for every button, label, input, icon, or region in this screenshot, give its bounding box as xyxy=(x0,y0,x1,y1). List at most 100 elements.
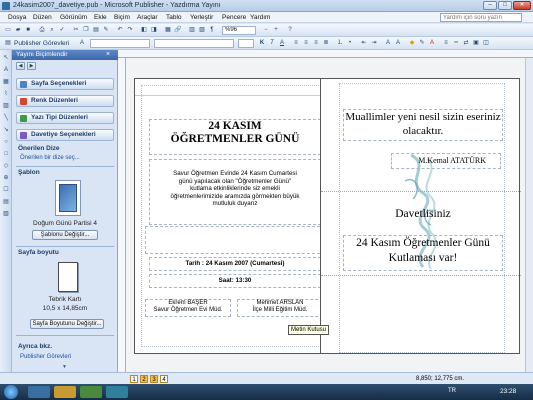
page-4-button[interactable]: 4 xyxy=(160,375,168,383)
zoom-in-icon[interactable]: + xyxy=(272,26,280,34)
design-gallery-icon[interactable]: ▤ xyxy=(2,198,10,206)
decrease-indent-icon[interactable]: ⇤ xyxy=(360,39,368,47)
style-select[interactable] xyxy=(90,39,150,48)
styles-icon[interactable]: A xyxy=(78,39,86,47)
close-button[interactable]: ✕ xyxy=(513,1,531,10)
maximize-button[interactable]: □ xyxy=(498,1,512,10)
save-icon[interactable]: ■ xyxy=(24,26,32,34)
print-preview-icon[interactable]: ⌕ xyxy=(48,26,56,34)
suggested-design-link[interactable]: Önerilen bir dize seç... xyxy=(20,155,80,161)
zoom-out-icon[interactable]: − xyxy=(262,26,270,34)
autoshapes-icon[interactable]: ◇ xyxy=(2,162,10,170)
signature-2-box[interactable]: Mehmet ARSLAN İlçe Milli Eğitim Müd. xyxy=(237,299,323,317)
italic-icon[interactable]: T xyxy=(268,39,276,47)
pane-scroll-down-icon[interactable]: ▼ xyxy=(62,364,67,370)
underline-icon[interactable]: A xyxy=(278,39,286,47)
print-icon[interactable]: ⎙ xyxy=(38,26,46,34)
vertical-ruler[interactable] xyxy=(118,58,126,372)
hotspot-icon[interactable]: ⊕ xyxy=(2,174,10,182)
change-template-button[interactable]: Şablonu Değiştir... xyxy=(32,230,98,240)
redo-icon[interactable]: ↷ xyxy=(126,26,134,34)
shadow-style-icon[interactable]: ▣ xyxy=(472,39,480,47)
cut-icon[interactable]: ✂ xyxy=(72,26,80,34)
paste-icon[interactable]: ▤ xyxy=(92,26,100,34)
align-left-icon[interactable]: ≡ xyxy=(292,39,300,47)
format-painter-icon[interactable]: ✎ xyxy=(102,26,110,34)
menu-bicim[interactable]: Biçim xyxy=(114,13,130,22)
line-style-icon[interactable]: ≡ xyxy=(442,39,450,47)
title-text-box[interactable]: 24 KASIM ÖĞRETMENLER GÜNÜ xyxy=(149,119,321,155)
font-color-icon[interactable]: A xyxy=(428,39,436,47)
columns-icon[interactable]: ▥ xyxy=(188,26,196,34)
template-thumbnail[interactable] xyxy=(55,180,81,216)
align-center-icon[interactable]: ≡ xyxy=(302,39,310,47)
insert-picture-icon[interactable]: ▨ xyxy=(198,26,206,34)
help-icon[interactable]: ? xyxy=(286,26,294,34)
publisher-tasks-link[interactable]: Publisher Görevleri xyxy=(20,354,71,360)
decrease-font-icon[interactable]: A xyxy=(384,39,392,47)
fill-color-icon[interactable]: ◆ xyxy=(408,39,416,47)
item-from-catalog-icon[interactable]: ▧ xyxy=(2,210,10,218)
increase-indent-icon[interactable]: ⇥ xyxy=(370,39,378,47)
media-taskbar-icon[interactable] xyxy=(80,386,102,398)
arrow-style-icon[interactable]: ⇄ xyxy=(462,39,470,47)
menu-duzen[interactable]: Düzen xyxy=(33,13,52,22)
vertical-scrollbar[interactable] xyxy=(525,58,533,372)
menu-ekle[interactable]: Ekle xyxy=(94,13,107,22)
arrow-icon[interactable]: ↘ xyxy=(2,126,10,134)
send-to-back-icon[interactable]: ◨ xyxy=(150,26,158,34)
zoom-select[interactable]: %96 xyxy=(222,26,256,35)
change-page-size-button[interactable]: Sayfa Boyutunu Değiştir... xyxy=(30,319,104,329)
text-box-icon[interactable]: A xyxy=(2,66,10,74)
section-font-schemes[interactable]: Yazı Tipi Düzenleri xyxy=(16,112,114,124)
rectangle-icon[interactable]: □ xyxy=(2,150,10,158)
bullets-icon[interactable]: • xyxy=(346,39,354,47)
bold-icon[interactable]: K xyxy=(258,39,266,47)
menu-yardim[interactable]: Yardım xyxy=(250,13,270,22)
menu-tablo[interactable]: Tablo xyxy=(166,13,182,22)
section-color-schemes[interactable]: Renk Düzenleri xyxy=(16,95,114,107)
select-objects-icon[interactable]: ↖ xyxy=(2,54,10,62)
horizontal-ruler[interactable] xyxy=(118,50,533,58)
body-text-box[interactable]: Savur Öğretmen Evinde 24 Kasım Cumartesi… xyxy=(149,159,321,225)
publisher-taskbar-icon[interactable] xyxy=(106,386,128,398)
page-1-button[interactable]: 1 xyxy=(130,375,138,383)
pane-close-icon[interactable]: × xyxy=(106,51,110,59)
wordart-icon[interactable]: ⌇ xyxy=(2,90,10,98)
increase-font-icon[interactable]: A xyxy=(394,39,402,47)
explorer-taskbar-icon[interactable] xyxy=(54,386,76,398)
dash-style-icon[interactable]: ┅ xyxy=(452,39,460,47)
publisher-tasks-button[interactable]: Publisher Görevleri xyxy=(14,39,69,48)
3d-style-icon[interactable]: ◫ xyxy=(482,39,490,47)
justify-icon[interactable]: ≣ xyxy=(322,39,330,47)
new-icon[interactable]: ▭ xyxy=(4,26,12,34)
picture-frame-icon[interactable]: ▨ xyxy=(2,102,10,110)
pane-forward-button[interactable]: ▶ xyxy=(27,62,36,70)
author-text-box[interactable]: M.Kemal ATATÜRK xyxy=(391,153,501,169)
copy-icon[interactable]: ❐ xyxy=(82,26,90,34)
table-frame-icon[interactable]: ▦ xyxy=(2,78,10,86)
oval-icon[interactable]: ○ xyxy=(2,138,10,146)
page-size-thumbnail[interactable] xyxy=(58,262,78,292)
time-text-box[interactable]: Saat: 13:30 xyxy=(149,274,321,288)
signature-1-box[interactable]: Ekrem BAŞER Savur Öğretmen Evi Müd. xyxy=(145,299,231,317)
line-color-icon[interactable]: ✎ xyxy=(418,39,426,47)
line-icon[interactable]: ╲ xyxy=(2,114,10,122)
show-special-chars-icon[interactable]: ¶ xyxy=(208,26,216,34)
numbering-icon[interactable]: ⒈ xyxy=(336,39,344,47)
open-icon[interactable]: ▰ xyxy=(14,26,22,34)
insert-hyperlink-icon[interactable]: 🔗 xyxy=(174,26,182,34)
form-control-icon[interactable]: ☐ xyxy=(2,186,10,194)
clock[interactable]: 23:28 xyxy=(500,388,516,395)
quote-text-box[interactable]: Muallimler yeni nesil sizin eseriniz ola… xyxy=(343,109,503,141)
spelling-icon[interactable]: ✓ xyxy=(58,26,66,34)
page-2-button[interactable]: 2 xyxy=(140,375,148,383)
start-button-icon[interactable] xyxy=(4,385,18,399)
menu-yerlestir[interactable]: Yerleştir xyxy=(190,13,213,22)
event-text-box[interactable]: 24 Kasım Öğretmenler Günü Kutlaması var! xyxy=(343,235,503,271)
menu-araclar[interactable]: Araçlar xyxy=(137,13,158,22)
publisher-tasks-icon[interactable]: ▤ xyxy=(4,39,12,47)
menu-dosya[interactable]: Dosya xyxy=(8,13,26,22)
insert-table-icon[interactable]: ▦ xyxy=(164,26,172,34)
language-indicator[interactable]: TR xyxy=(448,388,456,394)
